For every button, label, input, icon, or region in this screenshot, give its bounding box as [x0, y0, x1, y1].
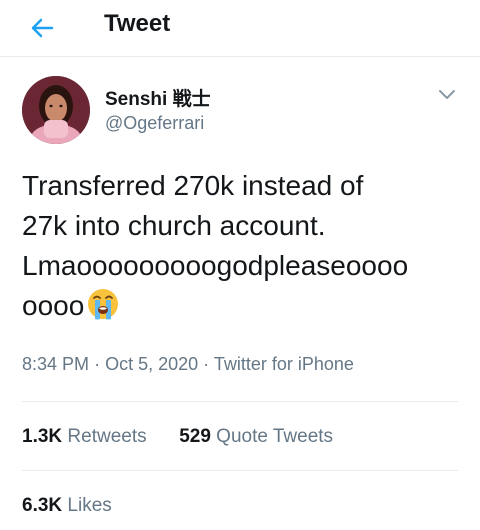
chevron-down-icon: [439, 90, 455, 99]
tweet-source[interactable]: Twitter for iPhone: [214, 354, 354, 374]
quote-tweets-stat[interactable]: 529 Quote Tweets: [179, 426, 333, 447]
author-handle[interactable]: @Ogeferrari: [105, 113, 204, 134]
tweet-line-3: Lmaooooooooogodpleaseoooo: [22, 250, 409, 281]
likes-label: Likes: [67, 495, 112, 516]
quotes-count: 529: [179, 426, 211, 447]
avatar-image: [22, 76, 90, 144]
divider: [22, 470, 458, 471]
top-bar: Tweet: [0, 0, 480, 57]
tweet-line-4: oooo: [22, 290, 85, 321]
meta-separator: ·: [94, 354, 106, 374]
avatar[interactable]: [22, 76, 90, 144]
meta-separator: ·: [203, 354, 214, 374]
retweets-stat[interactable]: 1.3K Retweets: [22, 426, 147, 447]
loudly-crying-face-emoji-icon: [88, 289, 119, 320]
tweet-body: Transferred 270k instead of 27k into chu…: [22, 166, 462, 326]
author-display-name[interactable]: Senshi 戦士: [105, 84, 211, 111]
likes-stat[interactable]: 6.3K Likes: [22, 495, 112, 516]
tweet-meta: 8:34 PM · Oct 5, 2020 · Twitter for iPho…: [22, 354, 354, 375]
tweet-line-1: Transferred 270k instead of: [22, 170, 364, 201]
tweet-time[interactable]: 8:34 PM: [22, 354, 89, 374]
back-button[interactable]: [22, 11, 62, 45]
back-arrow-icon: [31, 18, 54, 38]
divider: [22, 401, 458, 402]
stats-row-likes: 6.3K Likes: [22, 495, 112, 517]
tweet-line-2: 27k into church account.: [22, 210, 326, 241]
tweet-date[interactable]: Oct 5, 2020: [105, 354, 198, 374]
quotes-label: Quote Tweets: [216, 426, 334, 447]
tweet-line-4-wrap: oooo: [22, 286, 462, 326]
retweets-count: 1.3K: [22, 426, 63, 447]
stats-row-shares: 1.3K Retweets 529 Quote Tweets: [22, 426, 333, 448]
retweets-label: Retweets: [67, 426, 147, 447]
page-title: Tweet: [104, 10, 171, 37]
likes-count: 6.3K: [22, 495, 63, 516]
more-options-button[interactable]: [432, 82, 462, 106]
